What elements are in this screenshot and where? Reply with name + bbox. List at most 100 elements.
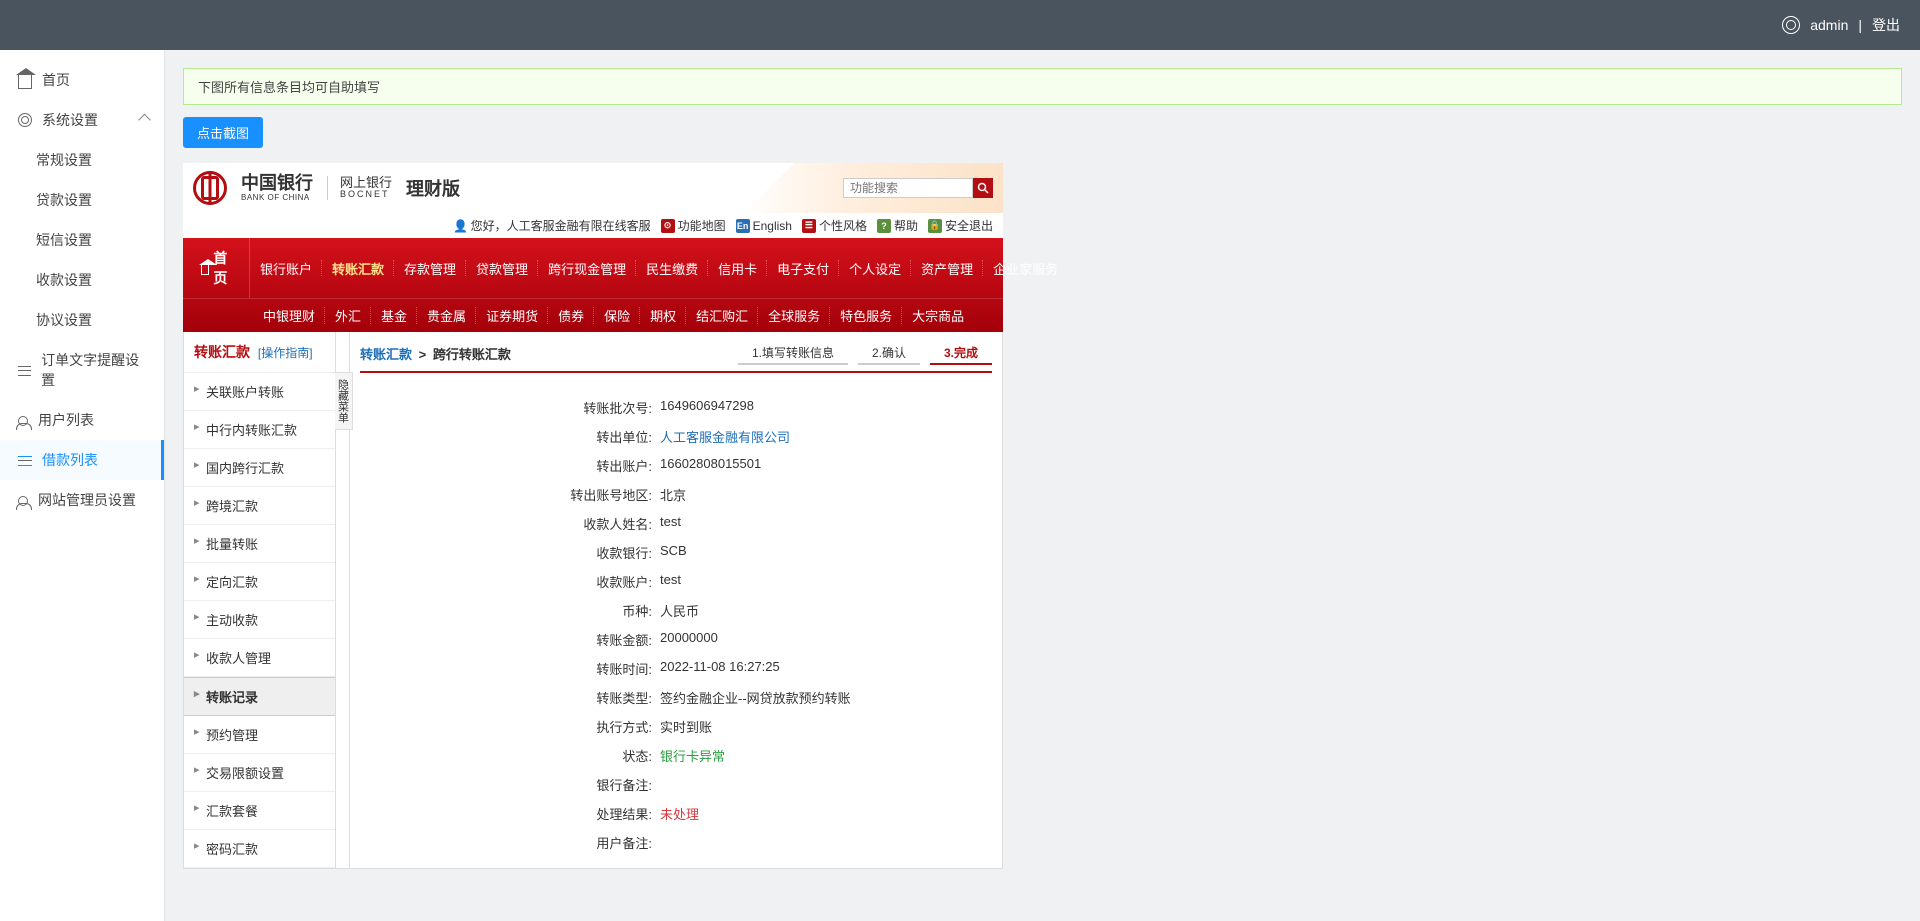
nav-item[interactable]: 全球服务 [758,299,830,332]
bank-side-item[interactable]: 密码汇款 [184,830,335,868]
sidebar-item-label: 短信设置 [36,230,92,250]
detail-value: 2022-11-08 16:27:25 [660,659,992,678]
bank-main-panel: 转账汇款 > 跨行转账汇款 1.填写转账信息 2.确认 3.完成 转账批次号:1… [350,332,1002,868]
bank-side-item[interactable]: 关联账户转账 [184,373,335,411]
detail-label: 用户备注: [360,833,660,852]
bank-side-item[interactable]: 跨境汇款 [184,487,335,525]
home-icon [201,265,209,275]
bank-side-item[interactable]: 交易限额设置 [184,754,335,792]
detail-label: 转账批次号: [360,398,660,417]
bank-side-item[interactable]: 国内跨行汇款 [184,449,335,487]
nav-home[interactable]: 首页 [183,238,250,298]
sidebar-item-site-admin[interactable]: 网站管理员设置 [0,480,164,520]
list-icon [18,456,32,466]
top-bar: admin | 登出 [0,0,1920,50]
nav-item[interactable]: 特色服务 [830,299,902,332]
lang-icon: En [736,219,750,233]
search-button[interactable] [973,178,993,198]
util-logout[interactable]: 🔒安全退出 [928,217,993,234]
sidebar-item-label: 协议设置 [36,310,92,330]
sidebar-item-loan-list[interactable]: 借款列表 [0,440,164,480]
util-english[interactable]: EnEnglish [736,219,792,233]
sidebar-item-sms-settings[interactable]: 短信设置 [0,220,164,260]
detail-row: 执行方式:实时到账 [360,712,992,741]
nav-item[interactable]: 证券期货 [476,299,548,332]
sidebar-item-order-text[interactable]: 订单文字提醒设置 [0,340,164,400]
bank-side-item[interactable]: 汇款套餐 [184,792,335,830]
nav-item[interactable]: 转账汇款 [322,252,394,285]
sidebar-item-system-settings[interactable]: 系统设置 [0,100,164,140]
detail-row: 收款银行:SCB [360,538,992,567]
nav-item[interactable]: 基金 [371,299,417,332]
sidebar-item-label: 首页 [42,70,70,90]
crumb-parent[interactable]: 转账汇款 [360,347,412,362]
detail-value: 北京 [660,485,992,504]
step-indicator: 1.填写转账信息 2.确认 3.完成 [738,342,992,365]
sidebar-item-label: 用户列表 [38,410,94,430]
sidebar-item-home[interactable]: 首页 [0,60,164,100]
nav-row-1: 银行账户转账汇款存款管理贷款管理跨行现金管理民生缴费信用卡电子支付个人设定资产管… [250,252,1068,285]
nav-item[interactable]: 期权 [640,299,686,332]
nav-item[interactable]: 结汇购汇 [686,299,758,332]
home-icon [18,75,32,89]
operation-guide-link[interactable]: [操作指南] [258,346,313,360]
nav-item[interactable]: 电子支付 [767,252,839,285]
nav-item[interactable]: 信用卡 [708,252,767,285]
bank-side-item[interactable]: 转账记录 [184,677,335,716]
sidebar-item-loan-settings[interactable]: 贷款设置 [0,180,164,220]
nav-item[interactable]: 资产管理 [911,252,983,285]
separator: | [1858,17,1862,33]
brand-en: BANK OF CHINA [241,194,313,203]
nav-item[interactable]: 债券 [548,299,594,332]
bank-side-item[interactable]: 收款人管理 [184,639,335,677]
detail-row: 币种:人民币 [360,596,992,625]
sidebar-item-user-list[interactable]: 用户列表 [0,400,164,440]
detail-row: 转出账号地区:北京 [360,480,992,509]
detail-label: 收款人姓名: [360,514,660,533]
nav-item[interactable]: 贷款管理 [466,252,538,285]
username: admin [1810,17,1848,33]
bank-side-item[interactable]: 定向汇款 [184,563,335,601]
hide-menu-tab[interactable]: 隐藏菜单 [336,332,350,868]
sidebar-item-receipt-settings[interactable]: 收款设置 [0,260,164,300]
bank-side-item[interactable]: 批量转账 [184,525,335,563]
sidebar-item-agreement-settings[interactable]: 协议设置 [0,300,164,340]
search-input[interactable] [843,178,973,198]
nav-item[interactable]: 保险 [594,299,640,332]
util-map[interactable]: ⊙功能地图 [661,217,726,234]
util-help[interactable]: ?帮助 [877,217,918,234]
function-search [843,178,993,198]
util-style[interactable]: ☰个性风格 [802,217,867,234]
detail-label: 转账类型: [360,688,660,707]
bank-side-menu: 转账汇款 [操作指南] 关联账户转账中行内转账汇款国内跨行汇款跨境汇款批量转账定… [184,332,336,868]
screenshot-button[interactable]: 点击截图 [183,117,263,148]
nav-item[interactable]: 中银理财 [253,299,325,332]
nav-row-2: 中银理财外汇基金贵金属证券期货债券保险期权结汇购汇全球服务特色服务大宗商品 [253,299,1003,332]
step-3: 3.完成 [930,342,992,365]
sidebar-item-label: 系统设置 [42,110,98,130]
sidebar-item-general-settings[interactable]: 常规设置 [0,140,164,180]
detail-label: 执行方式: [360,717,660,736]
brand-cn: 中国银行 [241,174,313,194]
detail-value: 签约金融企业--网贷放款预约转账 [660,688,992,707]
detail-value: 人民币 [660,601,992,620]
bank-side-item[interactable]: 主动收款 [184,601,335,639]
map-icon: ⊙ [661,219,675,233]
nav-item[interactable]: 企业家服务 [983,252,1068,285]
nav-item[interactable]: 大宗商品 [902,299,974,332]
nav-item[interactable]: 存款管理 [394,252,466,285]
nav-item[interactable]: 银行账户 [250,252,322,285]
gear-icon [18,113,32,127]
admin-sidebar: 首页 系统设置 常规设置 贷款设置 短信设置 收款设置 协议设置 订单文字提醒设… [0,50,165,921]
detail-row: 转账批次号:1649606947298 [360,393,992,422]
nav-item[interactable]: 跨行现金管理 [538,252,636,285]
nav-item[interactable]: 外汇 [325,299,371,332]
breadcrumb: 转账汇款 > 跨行转账汇款 [360,344,511,363]
nav-item[interactable]: 个人设定 [839,252,911,285]
nav-item[interactable]: 民生缴费 [636,252,708,285]
sidebar-item-label: 订单文字提醒设置 [41,350,146,390]
bank-side-item[interactable]: 预约管理 [184,716,335,754]
bank-side-item[interactable]: 中行内转账汇款 [184,411,335,449]
logout-link[interactable]: 登出 [1872,15,1900,35]
nav-item[interactable]: 贵金属 [417,299,476,332]
